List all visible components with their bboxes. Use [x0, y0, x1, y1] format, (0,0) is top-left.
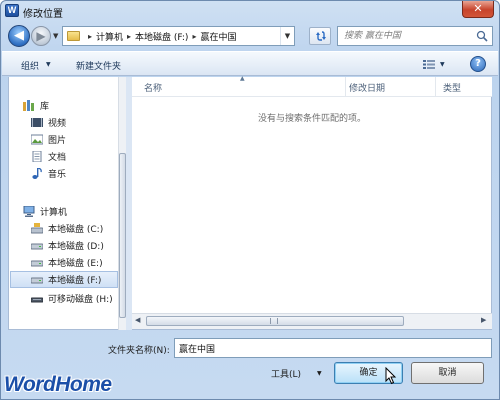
sidebar-item-library[interactable]: 库: [23, 97, 131, 114]
sidebar-item-label: 音乐: [48, 170, 67, 180]
search-box[interactable]: [337, 26, 493, 46]
address-dropdown-button[interactable]: ▼: [280, 27, 294, 45]
breadcrumb-separator[interactable]: ▸: [192, 32, 196, 41]
refresh-icon: [316, 31, 326, 41]
help-button[interactable]: ?: [470, 56, 486, 72]
column-divider[interactable]: [435, 77, 436, 97]
sidebar-item-label: 可移动磁盘 (H:): [48, 295, 113, 305]
column-header-name[interactable]: 名称: [144, 81, 162, 94]
address-bar[interactable]: ▸ 计算机 ▸ 本地磁盘 (F:) ▸ 赢在中国 ▼: [62, 26, 295, 46]
computer-icon: [23, 206, 35, 217]
navigation-scrollbar-thumb[interactable]: [119, 153, 126, 318]
music-icon: [32, 168, 42, 179]
mouse-pointer-icon: [385, 367, 397, 385]
tools-menu-button[interactable]: 工具(L): [271, 367, 301, 380]
breadcrumb-current-folder[interactable]: 赢在中国: [200, 30, 236, 43]
search-input[interactable]: [338, 27, 474, 45]
sidebar-item-drive-f[interactable]: 本地磁盘 (F:): [10, 271, 118, 288]
scroll-right-arrow-icon[interactable]: ▶: [481, 316, 486, 324]
column-divider[interactable]: [345, 77, 346, 97]
document-icon: [32, 151, 42, 162]
sidebar-item-label: 视频: [48, 119, 67, 129]
video-icon: [31, 118, 43, 127]
column-header-date-modified[interactable]: 修改日期: [349, 81, 385, 94]
picture-icon: [31, 134, 43, 145]
command-toolbar: 组织 ▼ 新建文件夹 ▼ ?: [2, 51, 498, 76]
breadcrumb-separator[interactable]: ▸: [88, 32, 92, 41]
sidebar-item-label: 图片: [48, 136, 67, 146]
removable-drive-icon: [31, 297, 43, 303]
sidebar-item-label: 文档: [48, 153, 67, 163]
cancel-button[interactable]: 取消: [411, 362, 484, 384]
sidebar-item-label: 本地磁盘 (D:): [48, 242, 104, 252]
back-button[interactable]: ◀: [8, 25, 30, 47]
breadcrumb-computer[interactable]: 计算机: [96, 30, 123, 43]
window-title: 修改位置: [23, 9, 63, 20]
view-options-icon[interactable]: [423, 60, 435, 69]
system-drive-icon: [31, 223, 43, 234]
file-list-pane[interactable]: ▲ 名称 修改日期 类型 没有与搜索条件匹配的项。 ◀ ▶: [132, 75, 492, 330]
address-row: ◀ ▶ ▼ ▸ 计算机 ▸ 本地磁盘 (F:) ▸ 赢在中国 ▼: [1, 23, 499, 49]
organize-caret-icon[interactable]: ▼: [46, 61, 51, 68]
sidebar-item-label: 本地磁盘 (F:): [48, 276, 102, 286]
refresh-button[interactable]: [309, 27, 331, 45]
close-button[interactable]: ✕: [462, 1, 494, 18]
sidebar-item-label: 本地磁盘 (C:): [48, 225, 104, 235]
scrollbar-grip-icon: [270, 318, 278, 324]
new-folder-button[interactable]: 新建文件夹: [76, 59, 121, 72]
library-icon: [23, 100, 34, 111]
sidebar-item-label: 计算机: [40, 208, 68, 218]
word-app-icon: W: [5, 4, 19, 17]
sort-indicator-icon: ▲: [240, 75, 245, 82]
drive-icon: [31, 243, 43, 250]
drive-icon: [31, 277, 43, 284]
wordhome-watermark: WordHome: [4, 373, 112, 396]
column-header-type[interactable]: 类型: [443, 81, 461, 94]
drive-icon: [31, 260, 43, 267]
column-header-row: ▲ 名称 修改日期 类型: [132, 75, 492, 97]
sidebar-item-label: 本地磁盘 (E:): [48, 259, 103, 269]
title-bar[interactable]: W 修改位置 ✕: [1, 1, 499, 21]
folder-icon: [67, 31, 80, 41]
sidebar-item-label: 库: [40, 102, 50, 112]
folder-name-label: 文件夹名称(N):: [108, 346, 170, 356]
view-options-caret-icon[interactable]: ▼: [440, 61, 445, 68]
folder-name-input[interactable]: [174, 338, 492, 358]
search-icon[interactable]: [476, 30, 488, 42]
breadcrumb-separator[interactable]: ▸: [127, 32, 131, 41]
organize-menu-button[interactable]: 组织: [21, 59, 39, 72]
sidebar-item-computer[interactable]: 计算机: [23, 203, 131, 220]
empty-folder-message: 没有与搜索条件匹配的项。: [257, 114, 366, 124]
dialog-window: W 修改位置 ✕ ◀ ▶ ▼ ▸ 计算机 ▸ 本地磁盘 (F:) ▸ 赢在中国 …: [0, 0, 500, 400]
recent-locations-dropdown[interactable]: ▼: [53, 32, 58, 40]
breadcrumb-drive-f[interactable]: 本地磁盘 (F:): [135, 30, 188, 43]
forward-button[interactable]: ▶: [31, 26, 51, 46]
navigation-pane[interactable]: 库 视频 图片 文档 音乐 计算机 本地磁盘 (C:) 本地磁盘 (D:) 本地…: [8, 77, 127, 330]
tools-caret-icon[interactable]: ▼: [317, 370, 322, 377]
scroll-left-arrow-icon[interactable]: ◀: [135, 316, 140, 324]
